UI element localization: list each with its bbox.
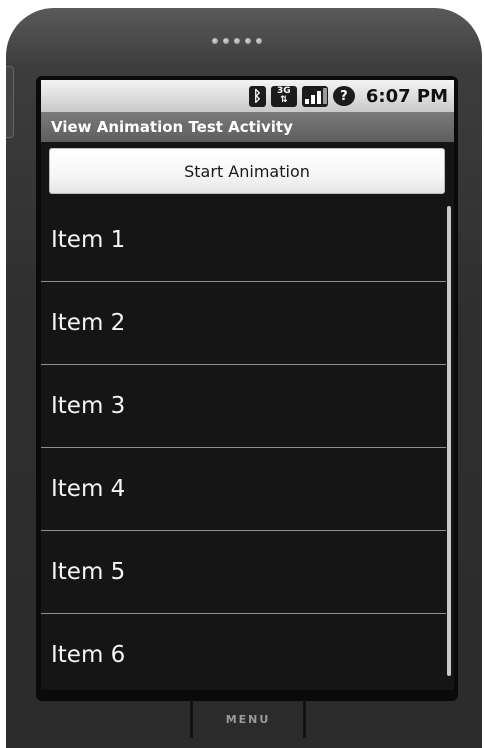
start-animation-label: Start Animation	[184, 161, 310, 181]
activity-title-bar: View Animation Test Activity	[41, 112, 454, 142]
list-item-6[interactable]: Item 6	[41, 613, 454, 690]
bluetooth-icon: ᛒ	[248, 85, 266, 107]
menu-label: MENU	[225, 712, 271, 726]
list-item-label: Item 6	[51, 641, 126, 668]
list-item-2[interactable]: Item 2	[41, 281, 454, 364]
list-item-4[interactable]: Item 4	[41, 447, 454, 530]
list-scrollbar[interactable]	[447, 206, 451, 676]
list-item-3[interactable]: Item 3	[41, 364, 454, 447]
start-animation-button[interactable]: Start Animation	[49, 148, 445, 194]
item-list[interactable]: Item 1 Item 2 Item 3 Item 4 Item 5 Item …	[41, 198, 454, 690]
status-bar: ᛒ 3G ⇅ ? 6:07 PM	[41, 80, 454, 112]
help-question-icon: ?	[332, 86, 355, 106]
signal-strength-icon	[301, 85, 328, 107]
menu-hardware-button[interactable]: MENU	[190, 700, 306, 738]
status-time: 6:07 PM	[365, 85, 448, 107]
list-item-label: Item 2	[51, 309, 126, 336]
list-item-label: Item 4	[51, 475, 126, 502]
button-container: Start Animation	[41, 142, 454, 198]
list-item-1[interactable]: Item 1	[41, 198, 454, 281]
list-item-label: Item 5	[51, 558, 126, 585]
list-item-5[interactable]: Item 5	[41, 530, 454, 613]
3g-data-icon: 3G ⇅	[270, 85, 297, 107]
activity-title: View Animation Test Activity	[51, 118, 293, 136]
device-screen: ᛒ 3G ⇅ ? 6:07 PM View Animation Test Act…	[41, 80, 454, 690]
speaker-grille	[212, 38, 262, 44]
list-item-label: Item 3	[51, 392, 126, 419]
volume-side-button[interactable]	[6, 66, 14, 138]
list-item-label: Item 1	[51, 226, 126, 253]
